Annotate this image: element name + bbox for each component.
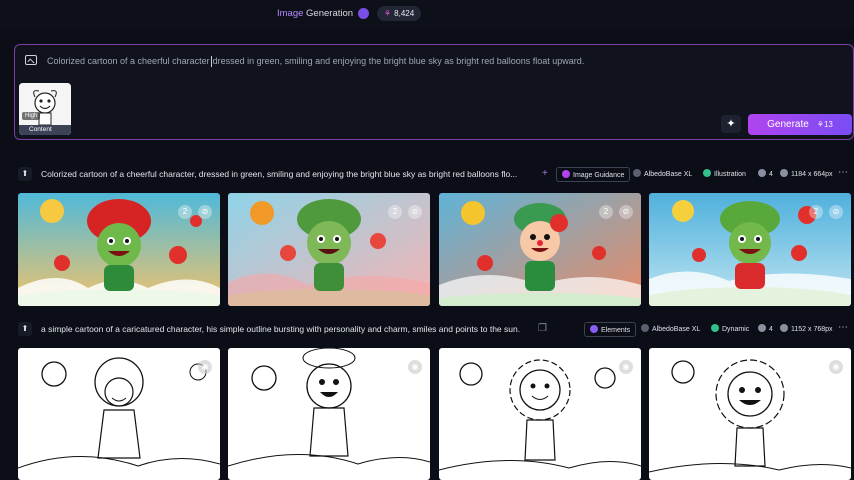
hide-icon[interactable]: ◉	[408, 360, 422, 374]
remix-icon[interactable]: 2	[809, 205, 823, 219]
hide-icon[interactable]: ⊘	[829, 205, 843, 219]
chip-image-guidance: Image Guidance	[556, 167, 631, 182]
image-guidance-thumbnail[interactable]: High Content	[19, 83, 71, 135]
lineart-character-2	[228, 348, 430, 480]
elements-icon	[590, 325, 598, 333]
model-icon	[633, 169, 641, 177]
image-upload-icon[interactable]	[25, 55, 37, 65]
generation-prompt: a simple cartoon of a caricatured charac…	[41, 324, 521, 334]
add-icon[interactable]: +	[542, 168, 548, 179]
brush-icon	[711, 324, 719, 332]
top-bar: Image Generation ⚘ 8,424	[0, 0, 854, 28]
leonardo-icon[interactable]	[358, 8, 369, 19]
guidance-strength-badge: High	[22, 112, 41, 120]
model-icon	[641, 324, 649, 332]
images-icon	[758, 169, 766, 177]
copy-icon[interactable]: ❐	[538, 323, 547, 334]
dimensions-icon	[780, 324, 788, 332]
token-icon: ⚘	[384, 9, 392, 18]
chip-model: AlbedoBase XL	[628, 167, 697, 182]
generation-prompt: Colorized cartoon of a cheerful characte…	[41, 169, 518, 179]
chip-elements: Elements	[584, 322, 637, 337]
remix-icon[interactable]: 2	[178, 205, 192, 219]
generated-image[interactable]: 2 ⊘	[439, 193, 641, 306]
generated-image[interactable]: 2 ⊘	[18, 193, 220, 306]
more-options-icon[interactable]: ⋯	[838, 322, 848, 333]
hide-icon[interactable]: ◉	[619, 360, 633, 374]
chip-style: Illustration	[698, 167, 751, 182]
lineart-character-3	[439, 348, 641, 480]
generated-image[interactable]: ◉	[18, 348, 220, 480]
image-guidance-icon	[562, 170, 570, 178]
reuse-prompt-icon[interactable]: ⬆	[18, 167, 32, 181]
guidance-type-dropdown[interactable]: Content	[19, 125, 71, 135]
generate-button[interactable]: Generate ⚘13	[748, 114, 852, 135]
chip-dimensions: 1184 x 664px	[775, 167, 838, 182]
lineart-character-4	[649, 348, 851, 480]
token-balance-badge[interactable]: ⚘ 8,424	[377, 6, 422, 21]
hide-icon[interactable]: ⊘	[408, 205, 422, 219]
prompt-box[interactable]: Colorized cartoon of a cheerful characte…	[14, 44, 854, 140]
generation-header: ⬆ Colorized cartoon of a cheerful charac…	[18, 167, 854, 183]
text-cursor	[210, 56, 212, 68]
lineart-character-1	[18, 348, 220, 480]
token-icon: ⚘	[816, 120, 824, 129]
remix-icon[interactable]: 2	[599, 205, 613, 219]
brush-icon	[703, 169, 711, 177]
generated-image[interactable]: ◉	[439, 348, 641, 480]
reuse-prompt-icon[interactable]: ⬆	[18, 322, 32, 336]
generated-image[interactable]: 2 ⊘	[649, 193, 851, 306]
chip-style: Dynamic	[706, 322, 754, 337]
hide-icon[interactable]: ⊘	[198, 205, 212, 219]
generation-header: ⬆ a simple cartoon of a caricatured char…	[18, 322, 854, 338]
more-options-icon[interactable]: ⋯	[838, 167, 848, 178]
generated-image[interactable]: ◉	[649, 348, 851, 480]
generated-image[interactable]: ◉	[228, 348, 430, 480]
chip-model: AlbedoBase XL	[636, 322, 705, 337]
prompt-input[interactable]: Colorized cartoon of a cheerful characte…	[47, 56, 584, 68]
sparkle-icon: ✦	[726, 118, 736, 130]
chip-dimensions: 1152 x 768px	[775, 322, 838, 337]
generated-image[interactable]: 2 ⊘	[228, 193, 430, 306]
remix-icon[interactable]: 2	[388, 205, 402, 219]
dimensions-icon	[780, 169, 788, 177]
page-title: Image Generation	[277, 8, 354, 19]
hide-icon[interactable]: ◉	[198, 360, 212, 374]
images-icon	[758, 324, 766, 332]
hide-icon[interactable]: ⊘	[619, 205, 633, 219]
prompt-enhance-button[interactable]: ✦	[721, 115, 741, 133]
hide-icon[interactable]: ◉	[829, 360, 843, 374]
